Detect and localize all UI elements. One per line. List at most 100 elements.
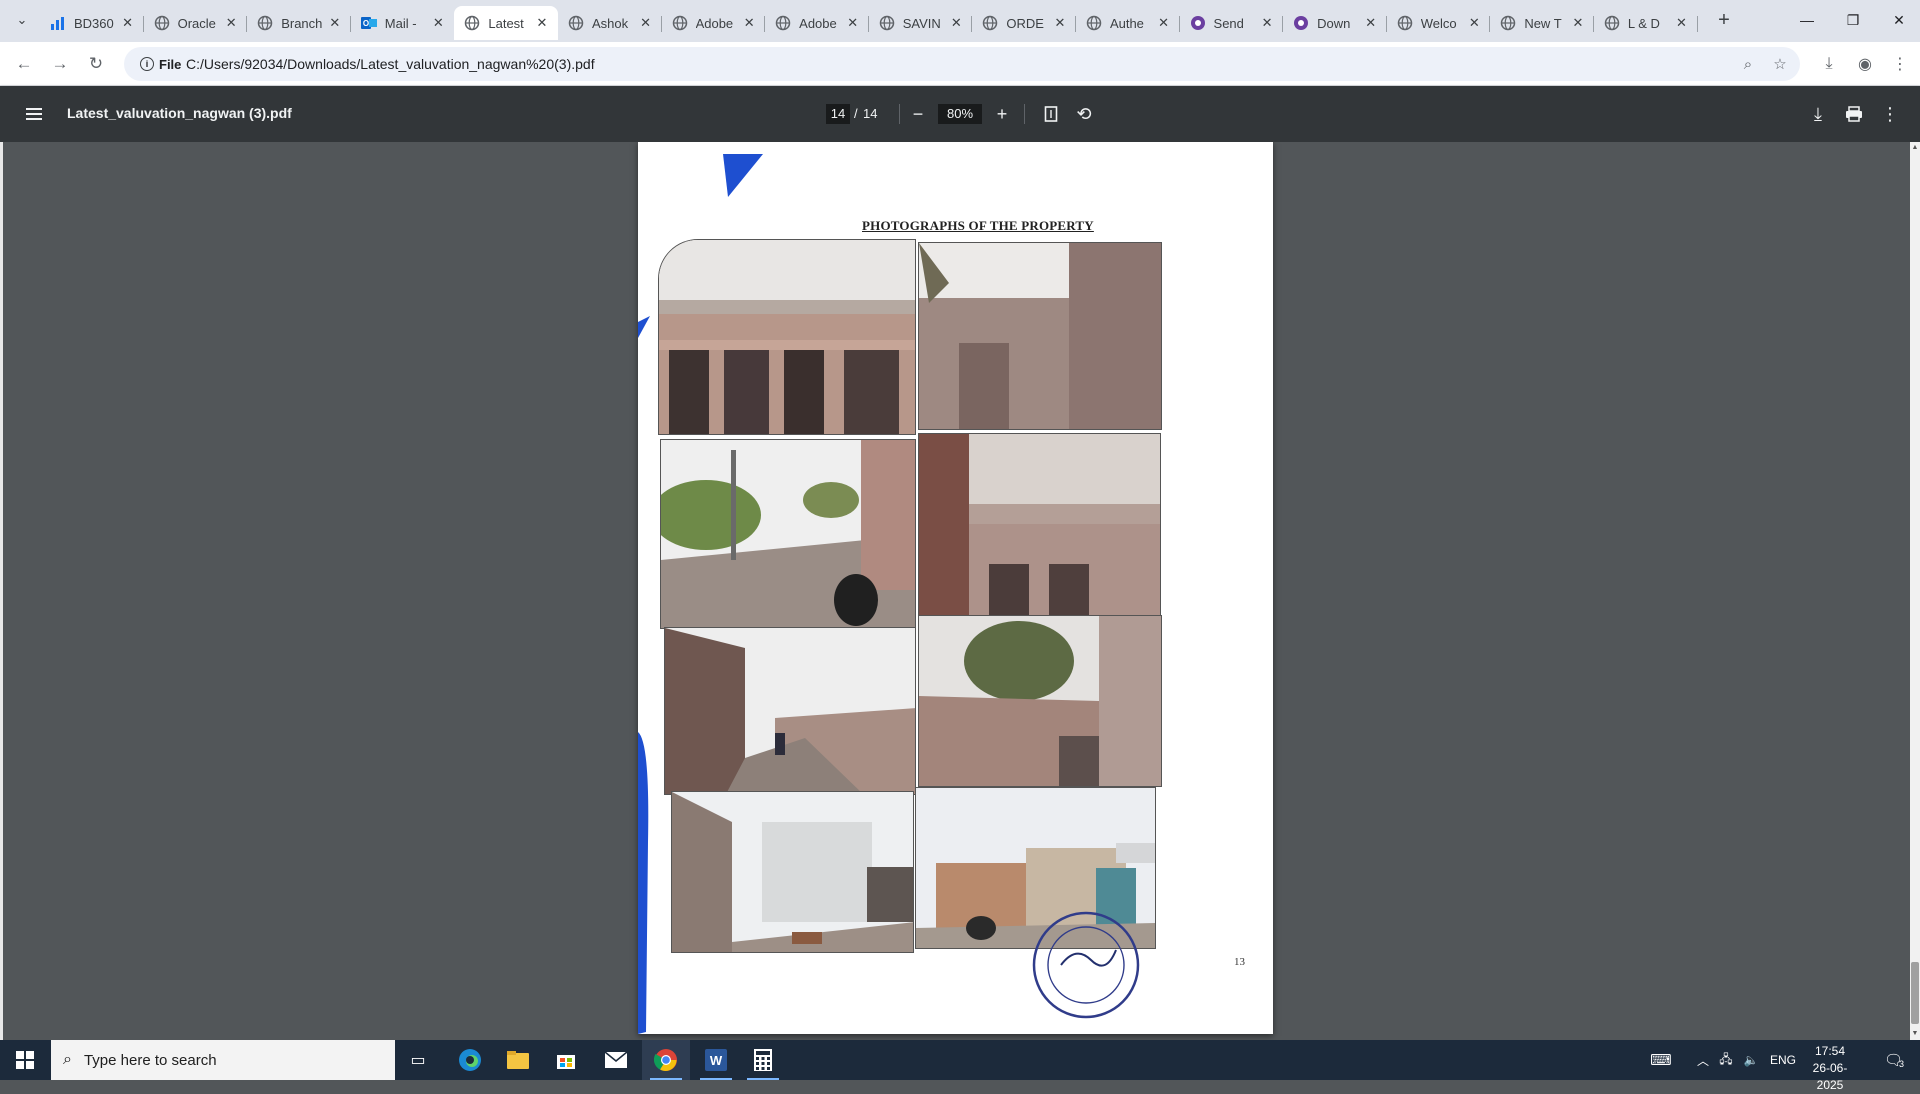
tab-search-button[interactable]: ⌄	[8, 8, 36, 32]
tab-5[interactable]: Latest ✕	[454, 6, 558, 40]
store-bag-icon	[557, 1055, 575, 1069]
zoom-icon[interactable]: ⌕	[1738, 54, 1758, 74]
close-tab-icon[interactable]: ✕	[430, 15, 446, 31]
close-tab-icon[interactable]: ✕	[845, 15, 861, 31]
zoom-level-input[interactable]: 80%	[938, 104, 982, 124]
keyboard-icon: ⌨	[1650, 1052, 1672, 1069]
browser-menu-button[interactable]: ⋮	[1888, 52, 1912, 76]
bookmark-star-icon[interactable]: ☆	[1770, 54, 1790, 74]
tab-12[interactable]: Send ✕	[1180, 6, 1284, 40]
start-button[interactable]	[0, 1040, 50, 1080]
url-text[interactable]: C:/Users/92034/Downloads/Latest_valuvati…	[186, 56, 595, 72]
zoom-in-button[interactable]: +	[990, 102, 1014, 126]
close-tab-icon[interactable]: ✕	[1674, 15, 1690, 31]
pdf-viewer[interactable]: PHOTOGRAPHS OF THE PROPERTY 13 ▲ ▼	[0, 142, 1920, 1040]
close-tab-icon[interactable]: ✕	[1570, 15, 1586, 31]
tab-13[interactable]: Down ✕	[1283, 6, 1387, 40]
network-button[interactable]: 🖧	[1714, 1040, 1738, 1080]
zoom-out-button[interactable]: −	[906, 102, 930, 126]
mail-icon	[605, 1052, 627, 1068]
calculator-app[interactable]	[739, 1040, 787, 1080]
back-button[interactable]: ←	[10, 50, 38, 78]
fit-page-icon	[1044, 106, 1058, 122]
volume-button[interactable]: 🔈	[1738, 1040, 1764, 1080]
sidebar-toggle-button[interactable]	[22, 102, 46, 126]
folder-icon	[507, 1051, 529, 1069]
network-icon: 🖧	[1719, 1051, 1733, 1066]
minimize-button[interactable]: —	[1784, 0, 1830, 40]
tab-7[interactable]: Adobe ✕	[662, 6, 766, 40]
close-tab-icon[interactable]: ✕	[1052, 15, 1068, 31]
info-icon: i	[140, 57, 154, 71]
notification-count: 3	[1899, 1059, 1905, 1069]
site-info-chip[interactable]: i File	[132, 52, 189, 76]
viewer-scrollbar[interactable]: ▲ ▼	[1910, 142, 1920, 1040]
windows-logo-icon	[16, 1051, 34, 1069]
close-tab-icon[interactable]: ✕	[223, 15, 239, 31]
forward-button[interactable]: →	[46, 50, 74, 78]
downloads-button[interactable]: ⤓	[1817, 52, 1841, 76]
pdf-print-button[interactable]	[1842, 102, 1866, 126]
clock-date: 26-06-2025	[1812, 1061, 1848, 1092]
reload-icon: ↻	[88, 54, 104, 73]
tab-15[interactable]: New T ✕	[1490, 6, 1594, 40]
edge-app[interactable]	[446, 1040, 494, 1080]
tab-11[interactable]: Authe ✕	[1076, 6, 1180, 40]
tab-2[interactable]: Oracle ✕	[144, 6, 248, 40]
word-app[interactable]: W	[692, 1040, 740, 1080]
notifications-button[interactable]: 🗨 3	[1874, 1040, 1914, 1080]
close-tab-icon[interactable]: ✕	[948, 15, 964, 31]
property-photo	[918, 242, 1162, 430]
task-view-icon: ▭	[410, 1052, 426, 1069]
tab-10[interactable]: ORDE ✕	[972, 6, 1076, 40]
windows-taskbar: ⌕ Type here to search ▭ W ⌨ ︿ 🖧 🔈 ENG 17…	[0, 1040, 1920, 1092]
close-tab-icon[interactable]: ✕	[1466, 15, 1482, 31]
taskbar-clock[interactable]: 17:54 26-06-2025	[1800, 1043, 1860, 1094]
page-number-input[interactable]: 14	[826, 104, 850, 124]
close-tab-icon[interactable]: ✕	[638, 15, 654, 31]
property-photo	[660, 439, 916, 629]
keyboard-layout-button[interactable]: ⌨	[1644, 1040, 1678, 1080]
close-tab-icon[interactable]: ✕	[120, 15, 136, 31]
pdf-more-button[interactable]: ⋮	[1878, 102, 1902, 126]
globe-icon	[1604, 15, 1620, 31]
tab-4[interactable]: O Mail - ✕	[351, 6, 455, 40]
tab-6[interactable]: Ashok ✕	[558, 6, 662, 40]
close-tab-icon[interactable]: ✕	[1363, 15, 1379, 31]
tab-3[interactable]: Branch ✕	[247, 6, 351, 40]
restore-button[interactable]: ❐	[1830, 0, 1876, 40]
mail-app[interactable]	[592, 1040, 640, 1080]
tab-title: Adobe	[695, 15, 734, 31]
pdf-download-button[interactable]: ⤓	[1806, 102, 1830, 126]
show-hidden-icons-button[interactable]: ︿	[1692, 1040, 1714, 1080]
scrollbar-thumb[interactable]	[1911, 962, 1919, 1024]
svg-text:O: O	[363, 19, 369, 28]
close-tab-icon[interactable]: ✕	[1259, 15, 1275, 31]
tab-8[interactable]: Adobe ✕	[765, 6, 869, 40]
close-tab-icon[interactable]: ✕	[327, 15, 343, 31]
globe-icon	[568, 15, 584, 31]
scroll-down-icon[interactable]: ▼	[1911, 1030, 1919, 1038]
address-bar[interactable]: i File C:/Users/92034/Downloads/Latest_v…	[124, 47, 1800, 81]
tab-16[interactable]: L & D ✕	[1594, 6, 1698, 40]
close-window-button[interactable]: ✕	[1876, 0, 1920, 40]
tab-1[interactable]: BD360 ✕	[40, 6, 144, 40]
chrome-app[interactable]	[642, 1040, 690, 1080]
tab-14[interactable]: Welco ✕	[1387, 6, 1491, 40]
file-explorer-app[interactable]	[494, 1040, 542, 1080]
reload-button[interactable]: ↻	[82, 50, 110, 78]
task-view-button[interactable]: ▭	[394, 1040, 442, 1080]
pdf-page: PHOTOGRAPHS OF THE PROPERTY 13	[638, 142, 1273, 1034]
taskbar-search-box[interactable]: ⌕ Type here to search	[51, 1040, 395, 1080]
profile-button[interactable]: ◉	[1853, 52, 1877, 76]
close-tab-icon[interactable]: ✕	[534, 15, 550, 31]
language-indicator[interactable]: ENG	[1766, 1040, 1800, 1080]
tab-9[interactable]: SAVIN ✕	[869, 6, 973, 40]
close-tab-icon[interactable]: ✕	[1156, 15, 1172, 31]
fit-page-button[interactable]	[1039, 102, 1063, 126]
scroll-up-icon[interactable]: ▲	[1911, 144, 1919, 152]
store-app[interactable]	[542, 1040, 590, 1080]
rotate-button[interactable]: ⟲	[1072, 102, 1096, 126]
close-tab-icon[interactable]: ✕	[741, 15, 757, 31]
new-tab-button[interactable]: +	[1710, 8, 1738, 32]
